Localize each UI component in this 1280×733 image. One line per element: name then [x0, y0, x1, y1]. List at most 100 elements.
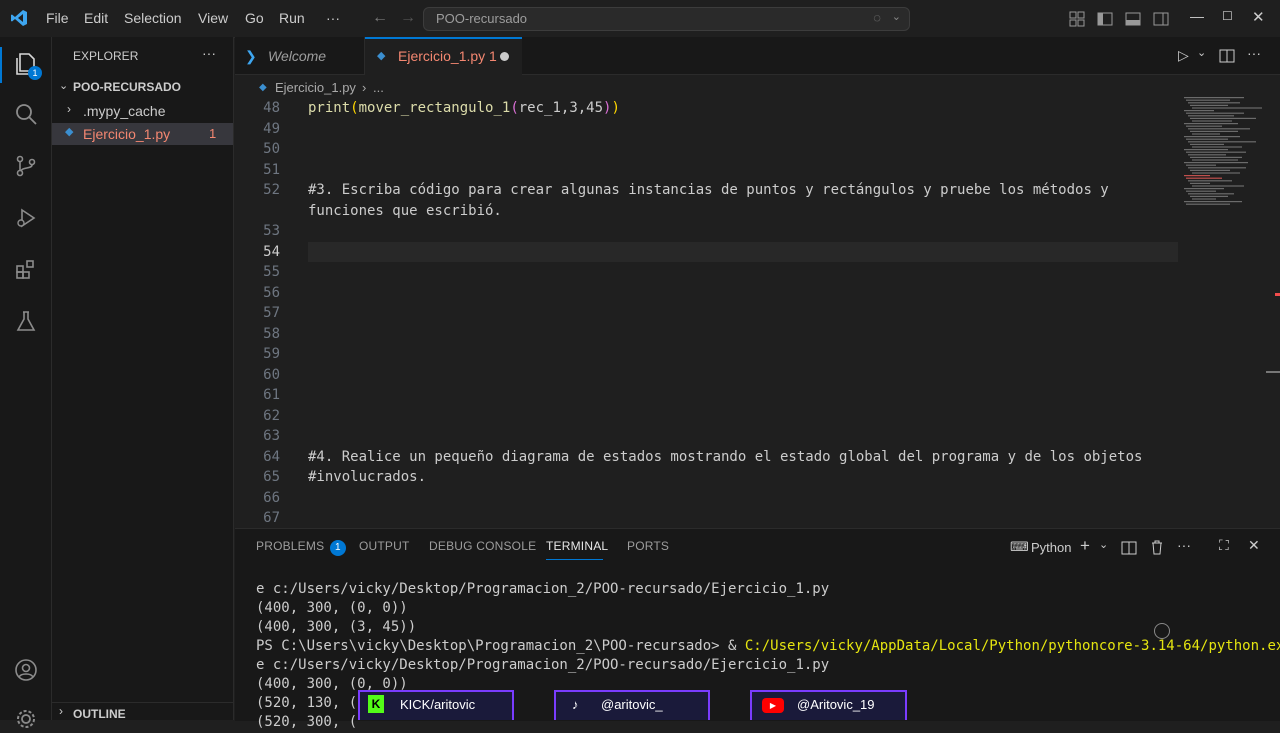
- minimap-line: [1190, 143, 1224, 145]
- menu-selection[interactable]: Selection: [124, 0, 182, 37]
- menu-go[interactable]: Go: [245, 0, 264, 37]
- testing-icon[interactable]: [12, 307, 40, 335]
- vscode-logo-icon: ❯: [245, 48, 257, 64]
- tab-welcome[interactable]: ❯ Welcome: [235, 37, 365, 75]
- minimap-content: [1184, 97, 1262, 205]
- breadcrumb-file[interactable]: Ejercicio_1.py: [275, 77, 356, 99]
- scrollbar-position[interactable]: [1266, 371, 1280, 373]
- tree-item-ejercicio-1[interactable]: ◆ Ejercicio_1.py 1: [52, 123, 233, 145]
- explorer-sidebar: EXPLORER ··· ⌄ POO-RECURSADO › .mypy_cac…: [52, 37, 234, 721]
- tab-label: Welcome: [268, 48, 327, 64]
- more-actions-icon[interactable]: ···: [202, 45, 216, 61]
- source-control-icon[interactable]: [12, 152, 40, 180]
- minimap-line: [1188, 193, 1234, 195]
- split-editor-icon[interactable]: [1219, 48, 1235, 64]
- minimap-line: [1186, 99, 1230, 101]
- run-file-icon[interactable]: ▷: [1178, 47, 1189, 64]
- menu-run[interactable]: Run: [279, 0, 305, 37]
- line-number: 65: [263, 469, 280, 485]
- chevron-down-icon[interactable]: ⌄: [1099, 538, 1108, 551]
- editor-area: ❯ Welcome ◆ Ejercicio_1.py 1 ▷ ⌄ ··· ◆ E…: [235, 37, 1280, 528]
- toggle-primary-sidebar-icon[interactable]: [1097, 11, 1113, 27]
- line-number: 53: [263, 223, 280, 239]
- gear-icon[interactable]: [12, 705, 40, 733]
- problems-badge: 1: [329, 540, 346, 556]
- code-line-print: print(mover_rectangulo_1(rec_1,3,45)): [308, 100, 620, 116]
- minimap-line: [1184, 97, 1244, 99]
- minimap[interactable]: [1180, 95, 1266, 255]
- toggle-secondary-sidebar-icon[interactable]: [1153, 11, 1169, 27]
- breadcrumb-rest[interactable]: ...: [373, 77, 384, 99]
- tab-problems[interactable]: PROBLEMS 1: [256, 539, 346, 556]
- tree-item-label: Ejercicio_1.py: [83, 126, 171, 142]
- back-arrow-icon[interactable]: ←: [372, 9, 388, 27]
- tab-output[interactable]: OUTPUT: [359, 539, 410, 553]
- chevron-right-icon: ›: [362, 80, 367, 95]
- minimap-line: [1186, 151, 1246, 153]
- new-terminal-icon[interactable]: +: [1080, 536, 1090, 556]
- youtube-logo-icon: ▶: [762, 698, 784, 713]
- explorer-icon[interactable]: 1: [12, 50, 42, 80]
- line-number: 58: [263, 325, 280, 342]
- split-terminal-icon[interactable]: [1121, 540, 1137, 556]
- terminal-shell-name[interactable]: Python: [1031, 540, 1071, 555]
- tab-ejercicio-1[interactable]: ◆ Ejercicio_1.py 1: [365, 37, 522, 75]
- accounts-icon[interactable]: [12, 656, 40, 684]
- customize-layout-icon[interactable]: [1069, 11, 1085, 27]
- code-line: #3. Escriba código para crear algunas in…: [308, 182, 1109, 198]
- terminal-line: e c:/Users/vicky/Desktop/Programacion_2/…: [256, 657, 830, 673]
- minimap-line: [1186, 125, 1222, 127]
- minimap-line: [1190, 130, 1238, 132]
- minimap-line: [1184, 201, 1242, 203]
- minimap-line: [1190, 117, 1256, 119]
- menu-more[interactable]: ···: [326, 0, 340, 37]
- minimap-line: [1192, 146, 1242, 148]
- run-debug-icon[interactable]: [12, 204, 40, 232]
- line-number: 52: [263, 182, 280, 198]
- trash-icon[interactable]: [1149, 539, 1165, 555]
- menu-file[interactable]: File: [46, 0, 69, 37]
- menu-edit[interactable]: Edit: [84, 0, 108, 37]
- chevron-down-icon[interactable]: ⌄: [892, 10, 901, 23]
- line-number: 64: [263, 448, 280, 465]
- toggle-panel-icon[interactable]: [1125, 11, 1141, 27]
- minimize-icon[interactable]: —: [1190, 8, 1204, 24]
- minimap-line: [1184, 136, 1240, 138]
- line-number: 67: [263, 510, 280, 526]
- terminal-line: (520, 130, (: [256, 695, 358, 711]
- minimap-line: [1188, 180, 1232, 182]
- close-window-icon[interactable]: ✕: [1252, 8, 1265, 26]
- tab-label: PROBLEMS: [256, 539, 325, 553]
- minimap-line: [1190, 156, 1242, 158]
- minimap-line: [1192, 133, 1220, 135]
- maximize-panel-icon[interactable]: ⛶: [1219, 537, 1229, 554]
- search-icon[interactable]: [12, 100, 40, 128]
- scrollbar-marker: [1275, 293, 1280, 296]
- tree-item-mypy-cache[interactable]: › .mypy_cache: [52, 100, 233, 122]
- tab-ports[interactable]: PORTS: [627, 539, 669, 553]
- terminal-line: PS C:\Users\vicky\Desktop\Programacion_2…: [256, 638, 1280, 654]
- forward-arrow-icon[interactable]: →: [400, 9, 416, 27]
- minimap-line: [1192, 198, 1216, 200]
- more-actions-icon[interactable]: ···: [1247, 45, 1261, 61]
- command-center-search[interactable]: POO-recursado ◌ ⌄: [423, 7, 910, 31]
- tab-debug-console[interactable]: DEBUG CONSOLE: [429, 539, 536, 553]
- terminal-line: e c:/Users/vicky/Desktop/Programacion_2/…: [256, 581, 830, 597]
- minimap-line: [1190, 182, 1210, 184]
- search-text: POO-recursado: [436, 11, 528, 26]
- menu-view[interactable]: View: [198, 0, 228, 37]
- line-number: 48: [263, 100, 280, 116]
- minimap-line: [1192, 159, 1238, 161]
- loading-circle-icon: [1154, 623, 1170, 639]
- tab-terminal[interactable]: TERMINAL: [546, 539, 608, 553]
- maximize-icon[interactable]: ☐: [1222, 9, 1233, 23]
- extensions-icon[interactable]: [12, 256, 40, 284]
- chevron-down-icon[interactable]: ⌄: [1197, 46, 1206, 59]
- minimap-line: [1184, 123, 1238, 125]
- copilot-chat-icon[interactable]: ◌: [873, 10, 881, 25]
- unsaved-dot-icon[interactable]: [500, 52, 509, 61]
- more-actions-icon[interactable]: ···: [1177, 537, 1191, 553]
- close-panel-icon[interactable]: ✕: [1248, 537, 1260, 554]
- folder-header[interactable]: ⌄ POO-RECURSADO: [52, 78, 233, 98]
- code-line: #4. Realice un pequeño diagrama de estad…: [308, 448, 1143, 465]
